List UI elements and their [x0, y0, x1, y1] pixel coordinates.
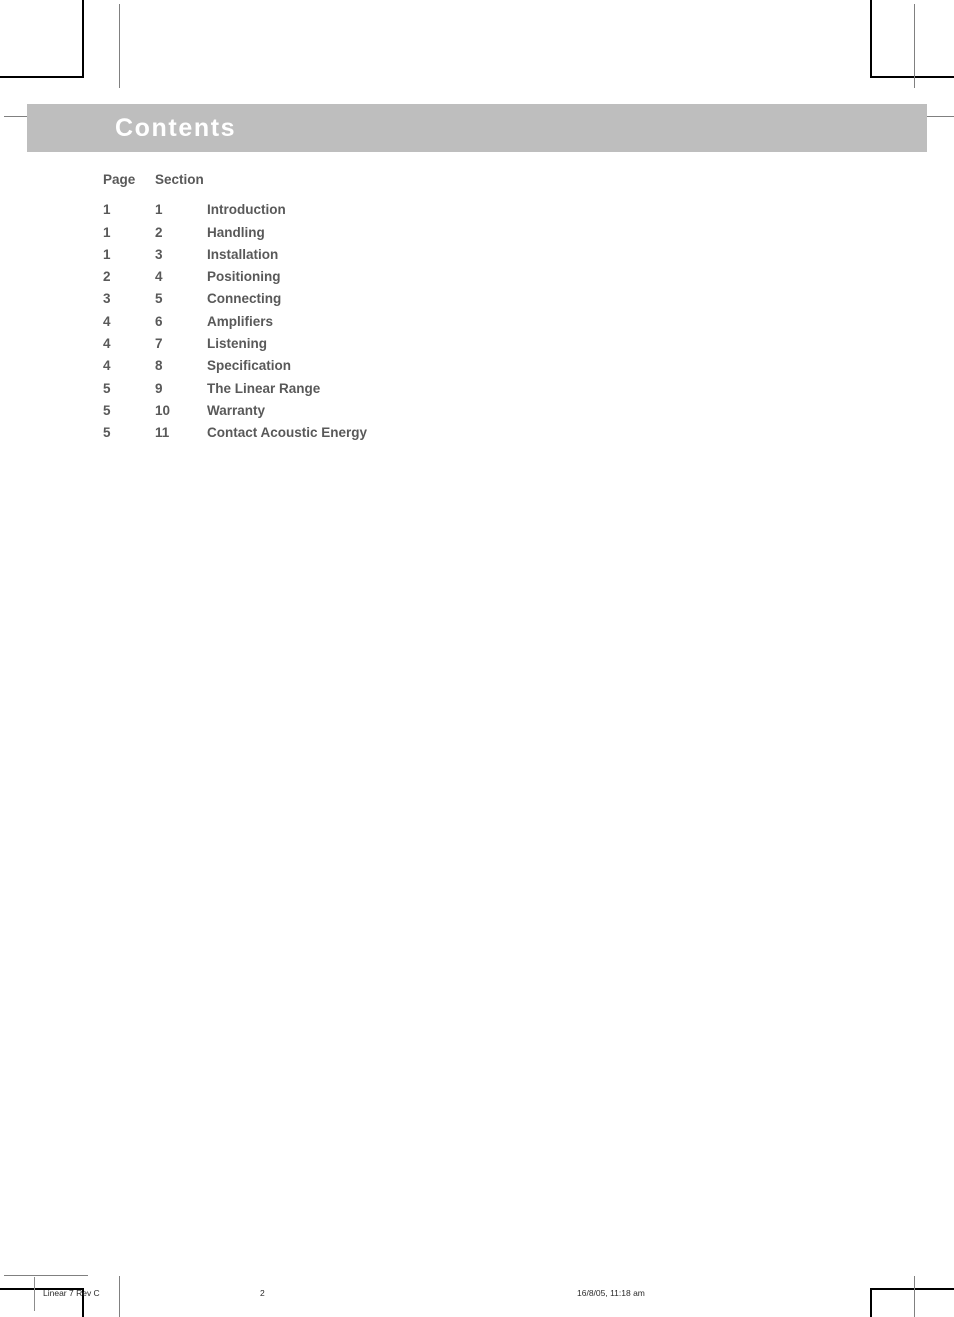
toc-row-section: 8 [155, 358, 163, 374]
toc-row[interactable]: 1 3 Installation [103, 244, 703, 266]
registration-tick-bottom-left-horizontal [4, 1275, 88, 1276]
toc-row-page: 4 [103, 336, 111, 352]
toc-row-list: 1 1 Introduction 1 2 Handling 1 3 Installation 2 4… [103, 199, 703, 444]
toc-row[interactable]: 5 9 The Linear Range [103, 378, 703, 400]
toc-row[interactable]: 2 4 Positioning [103, 266, 703, 288]
toc-row-title: Warranty [207, 402, 266, 418]
toc-row-section: 6 [155, 313, 163, 329]
toc-row[interactable]: 1 2 Handling [103, 222, 703, 244]
toc-row-page: 3 [103, 291, 111, 307]
toc-row-page: 2 [103, 269, 111, 285]
toc-row-section: 11 [155, 425, 170, 441]
toc-row[interactable]: 5 10 Warranty [103, 400, 703, 422]
toc-row-title: Contact Acoustic Energy [207, 425, 368, 441]
toc-row-title: Installation [207, 246, 279, 262]
contents-header-band: Contents [27, 104, 927, 152]
toc-row-page: 1 [103, 246, 111, 262]
crop-mark-arm-vertical [870, 1288, 872, 1317]
column-header-page: Page [103, 172, 136, 187]
toc-row-title: Handling [207, 224, 265, 240]
crop-mark-arm-vertical [870, 0, 872, 78]
footer-page-number: 2 [260, 1288, 265, 1298]
toc-row-section: 10 [155, 402, 171, 418]
registration-tick-top-right-vertical [914, 4, 915, 88]
toc-row[interactable]: 4 7 Listening [103, 333, 703, 355]
crop-mark-top-left [0, 0, 84, 78]
toc-row-title: Introduction [207, 202, 286, 218]
toc-row[interactable]: 5 11 Contact Acoustic Energy [103, 422, 703, 444]
toc-row-title: Listening [207, 336, 267, 352]
crop-mark-arm-horizontal [870, 1288, 954, 1290]
toc-column-headers: Page Section [103, 169, 703, 191]
toc-row[interactable]: 4 6 Amplifiers [103, 311, 703, 333]
crop-mark-bottom-right [870, 1288, 954, 1317]
toc-row-section: 7 [155, 336, 163, 352]
footer-divider-rule [34, 1277, 35, 1311]
toc-row-title: Positioning [207, 269, 281, 285]
toc-row-title: Connecting [207, 291, 282, 307]
toc-row-section: 1 [155, 202, 163, 218]
toc-row-title: Amplifiers [207, 313, 274, 329]
registration-tick-top-right-horizontal [925, 116, 954, 117]
toc-row-page: 4 [103, 358, 111, 374]
column-header-section: Section [155, 172, 204, 187]
toc-row-title: Specification [207, 358, 292, 374]
toc-row[interactable]: 3 5 Connecting [103, 288, 703, 310]
toc-row-section: 2 [155, 224, 163, 240]
toc-row-page: 4 [103, 313, 111, 329]
toc-row-page: 5 [103, 402, 111, 418]
crop-mark-arm-horizontal [0, 76, 84, 78]
crop-mark-arm-vertical [82, 0, 84, 78]
registration-tick-top-left-vertical [119, 4, 120, 88]
toc-row[interactable]: 4 8 Specification [103, 355, 703, 377]
footer-document-name: Linear 7 Rev C [43, 1288, 100, 1298]
toc-row-page: 5 [103, 425, 111, 441]
crop-mark-top-right [870, 0, 954, 78]
page-footer: Linear 7 Rev C 2 16/8/05, 11:18 am [34, 1277, 734, 1311]
toc-row-section: 9 [155, 380, 163, 396]
toc-row-section: 5 [155, 291, 163, 307]
toc-row-section: 3 [155, 246, 163, 262]
toc-row-page: 1 [103, 224, 111, 240]
table-of-contents: Page Section 1 1 Introduction 1 2 Handling 1 3 I… [103, 169, 703, 445]
toc-row-section: 4 [155, 269, 163, 285]
crop-mark-arm-horizontal [870, 76, 954, 78]
toc-row[interactable]: 1 1 Introduction [103, 199, 703, 221]
footer-timestamp: 16/8/05, 11:18 am [577, 1288, 645, 1298]
toc-row-title: The Linear Range [207, 380, 321, 396]
toc-row-page: 1 [103, 202, 111, 218]
page-title: Contents [115, 114, 237, 142]
registration-tick-bottom-right-vertical [914, 1276, 915, 1317]
toc-row-page: 5 [103, 380, 111, 396]
